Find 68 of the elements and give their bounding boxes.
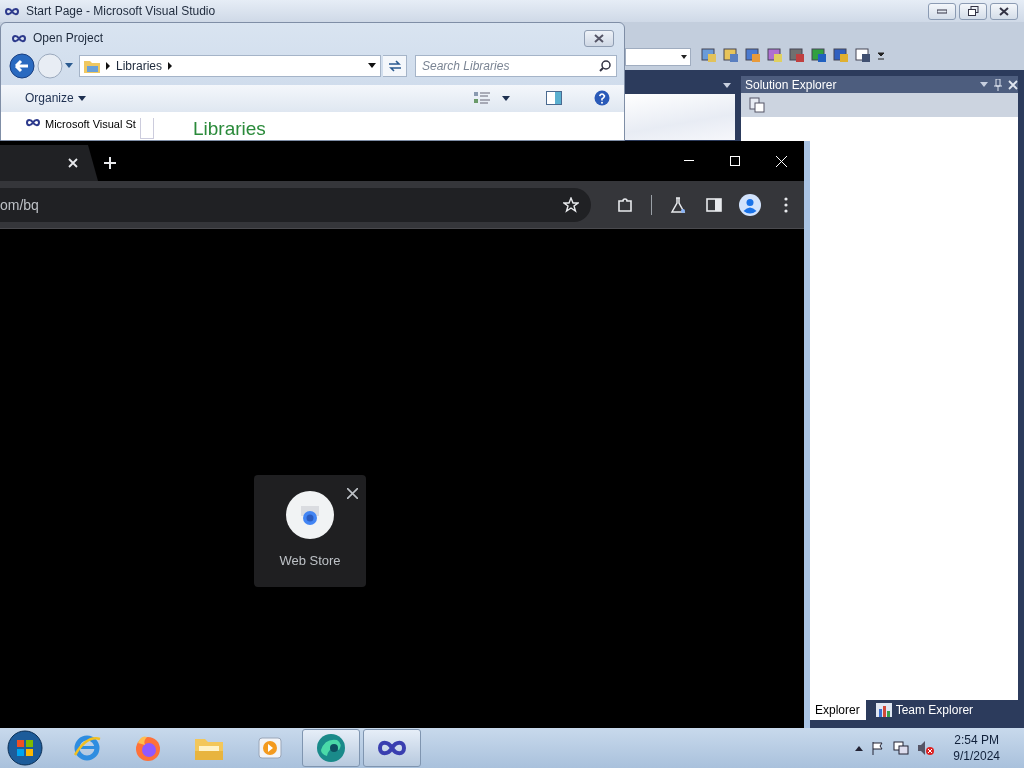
clock[interactable]: 2:54 PM 9/1/2024 bbox=[953, 732, 1000, 764]
pin-icon[interactable] bbox=[994, 78, 1002, 91]
breadcrumb-text: Libraries bbox=[116, 58, 163, 73]
toolbar-icon[interactable] bbox=[811, 47, 827, 63]
caret-icon[interactable] bbox=[723, 82, 731, 88]
clock-time: 2:54 PM bbox=[954, 732, 999, 748]
panel-tab[interactable]: Team Explorer bbox=[869, 700, 980, 720]
infinity-icon[interactable] bbox=[376, 738, 408, 758]
restore-button[interactable] bbox=[959, 2, 987, 20]
window-title: Start Page - Microsoft Visual Studio bbox=[26, 4, 216, 18]
start-orb-icon[interactable] bbox=[6, 729, 44, 767]
shortcut-tile[interactable]: Web Store bbox=[254, 475, 366, 587]
panel-title: Solution Explorer bbox=[745, 77, 838, 92]
infinity-icon bbox=[11, 33, 27, 43]
address-field[interactable]: Libraries bbox=[79, 54, 381, 77]
store-bag-icon bbox=[298, 503, 322, 527]
url-text: om/bq bbox=[0, 196, 40, 213]
maximize-icon[interactable] bbox=[730, 156, 740, 166]
view-list-icon[interactable] bbox=[474, 91, 492, 106]
close-icon bbox=[594, 33, 604, 43]
chevron-right-icon bbox=[106, 61, 110, 70]
properties-icon[interactable] bbox=[749, 97, 765, 113]
preview-pane-icon[interactable] bbox=[546, 91, 562, 106]
toolbar-icon[interactable] bbox=[789, 47, 805, 63]
caret-icon[interactable] bbox=[502, 95, 510, 101]
close-button[interactable] bbox=[584, 29, 614, 47]
section-heading: Libraries bbox=[193, 118, 266, 140]
search-icon bbox=[599, 59, 611, 72]
close-icon bbox=[999, 6, 1009, 16]
network-icon[interactable] bbox=[893, 741, 910, 755]
plus-icon[interactable] bbox=[104, 157, 116, 169]
star-icon[interactable] bbox=[563, 196, 579, 213]
toolbar-icon[interactable] bbox=[833, 47, 849, 63]
swap-arrows-icon bbox=[387, 59, 402, 72]
search-field[interactable]: Search Libraries bbox=[415, 54, 617, 77]
toolbar-icon[interactable] bbox=[767, 47, 783, 63]
clock-date: 9/1/2024 bbox=[953, 748, 1000, 764]
organize-menu[interactable]: Organize bbox=[25, 91, 86, 106]
shortcut-label: Web Store bbox=[279, 553, 341, 568]
minimize-icon bbox=[937, 8, 947, 14]
infinity-icon bbox=[25, 118, 41, 127]
caret-icon bbox=[77, 95, 86, 101]
flag-icon[interactable] bbox=[871, 741, 886, 755]
toolbar-icon[interactable] bbox=[745, 47, 761, 63]
chart-icon bbox=[875, 703, 892, 717]
refresh-button[interactable] bbox=[383, 54, 407, 77]
taskbar-app-button[interactable] bbox=[302, 729, 360, 767]
dialog-title: Open Project bbox=[33, 31, 104, 46]
close-icon[interactable] bbox=[347, 488, 358, 499]
folder-icon bbox=[84, 58, 100, 73]
caret-icon[interactable] bbox=[368, 63, 376, 69]
panel-tab[interactable]: Explorer bbox=[809, 700, 866, 720]
help-icon[interactable] bbox=[594, 90, 610, 107]
minimize-icon[interactable] bbox=[684, 160, 694, 162]
speaker-muted-icon[interactable] bbox=[917, 740, 936, 756]
toolbar-icon[interactable] bbox=[855, 47, 871, 63]
address-bar[interactable]: om/bq bbox=[0, 187, 591, 222]
chevron-right-icon bbox=[168, 61, 173, 70]
infinity-icon bbox=[4, 6, 20, 16]
close-button[interactable] bbox=[990, 2, 1018, 20]
dropdown-field[interactable] bbox=[625, 48, 691, 66]
taskbar-app-button[interactable] bbox=[363, 729, 421, 767]
wave-globe-icon[interactable] bbox=[315, 732, 347, 764]
caret-icon bbox=[681, 55, 687, 59]
restore-icon bbox=[967, 6, 979, 16]
overflow-caret-icon[interactable] bbox=[877, 49, 885, 61]
nav-item[interactable]: Microsoft Visual St bbox=[45, 118, 136, 140]
chevron-up-icon[interactable] bbox=[855, 745, 864, 751]
